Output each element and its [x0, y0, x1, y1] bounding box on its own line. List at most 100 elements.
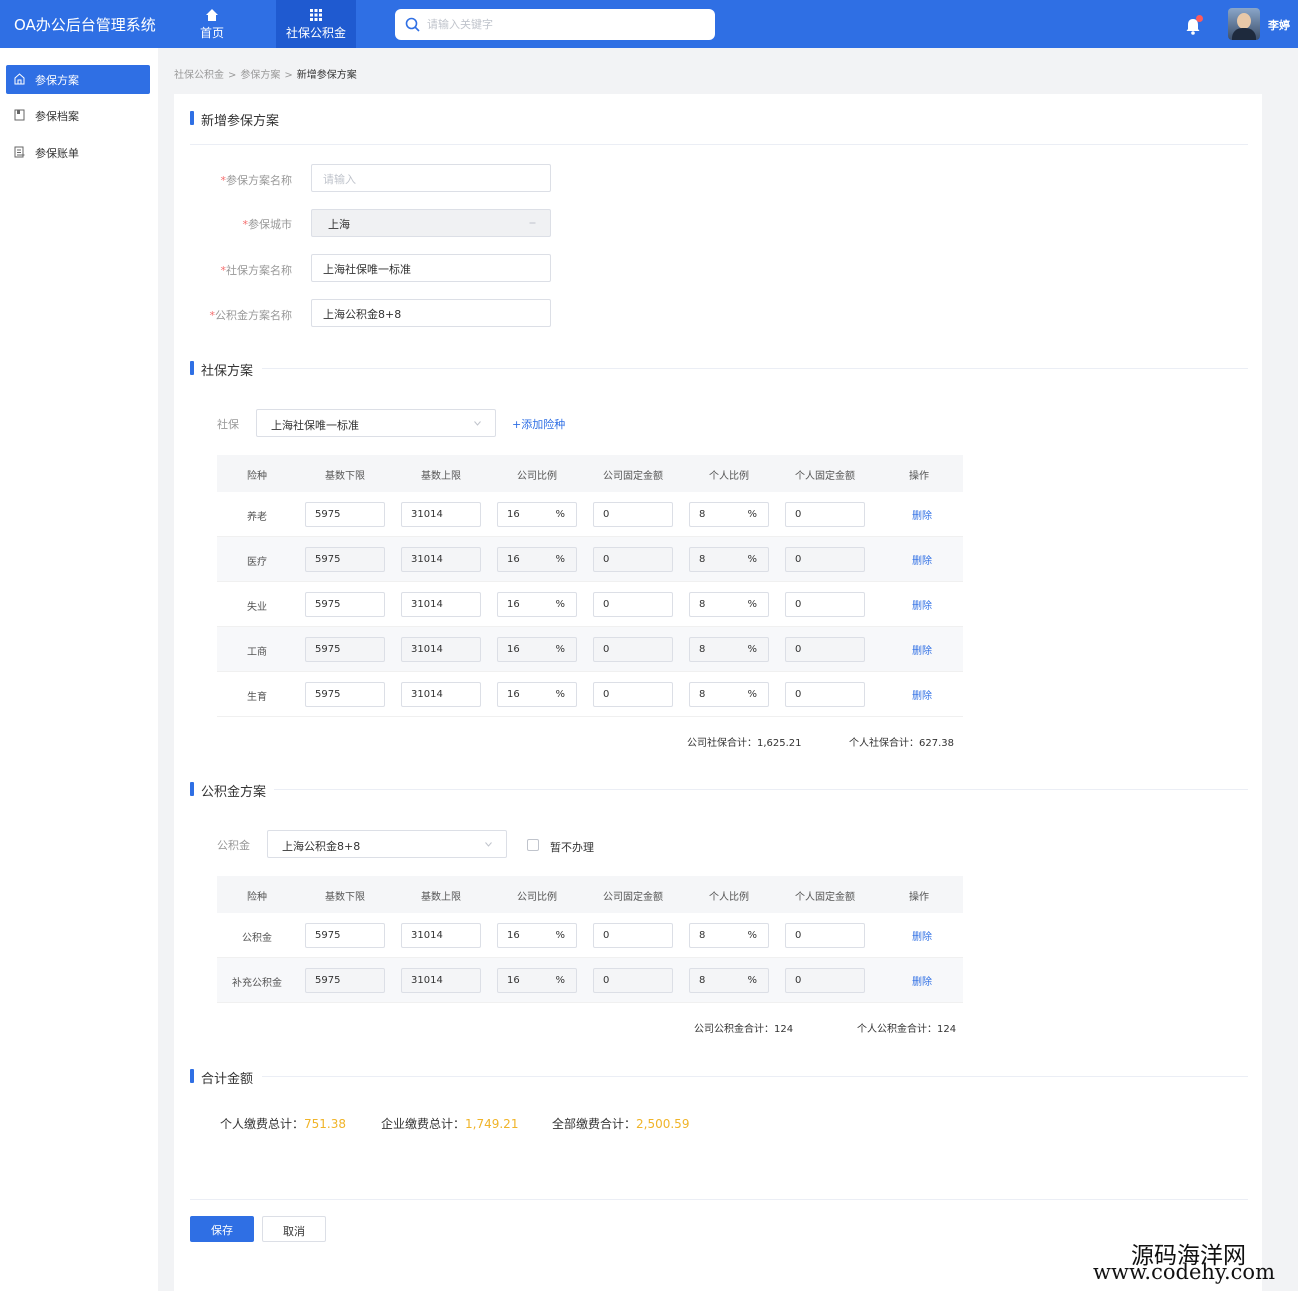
base-max-input[interactable]: 31014 [401, 968, 481, 993]
city-select[interactable]: 上海 [311, 209, 551, 237]
cancel-button[interactable]: 取消 [262, 1216, 326, 1242]
personal-ratio-input[interactable]: 8% [689, 923, 769, 948]
personal-ratio-input[interactable]: 8% [689, 682, 769, 707]
table-row: 工商 5975 31014 16% 0 8% 0 删除 [217, 627, 963, 672]
company-fixed-input[interactable]: 0 [593, 547, 673, 572]
city-label: *参保城市 [242, 218, 293, 231]
plan-name-input[interactable]: 请输入 [311, 164, 551, 192]
company-ratio-input[interactable]: 16% [497, 547, 577, 572]
column-header: 公司固定金额 [603, 471, 663, 482]
social-table: 险种 基数下限 基数上限 公司比例 公司固定金额 个人比例 个人固定金额 操作 … [217, 455, 963, 717]
company-ratio-input[interactable]: 16% [497, 682, 577, 707]
base-min-input[interactable]: 5975 [305, 547, 385, 572]
company-fund-total: 公司公积金合计：124 [694, 1024, 794, 1035]
nav-tab-home[interactable]: 首页 [186, 0, 238, 48]
base-min-input[interactable]: 5975 [305, 923, 385, 948]
home-outline-icon [14, 73, 25, 85]
base-max-input[interactable]: 31014 [401, 502, 481, 527]
base-min-input[interactable]: 5975 [305, 682, 385, 707]
delete-link[interactable]: 删除 [912, 552, 932, 567]
base-max-input[interactable]: 31014 [401, 592, 481, 617]
fund-table: 险种 基数下限 基数上限 公司比例 公司固定金额 个人比例 个人固定金额 操作 … [217, 876, 963, 1003]
personal-ratio-input[interactable]: 8% [689, 547, 769, 572]
city-value: 上海 [328, 218, 350, 231]
divider [262, 368, 1248, 369]
social-plan-name-input[interactable]: 上海社保唯一标准 [311, 254, 551, 282]
company-ratio-input[interactable]: 16% [497, 968, 577, 993]
base-min-input[interactable]: 5975 [305, 592, 385, 617]
table-row: 公积金 5975 31014 16% 0 8% 0 删除 [217, 913, 963, 958]
breadcrumb-item[interactable]: 参保方案 [240, 70, 280, 81]
insurance-type: 生育 [247, 692, 267, 703]
base-max-input[interactable]: 31014 [401, 923, 481, 948]
personal-ratio-input[interactable]: 8% [689, 502, 769, 527]
base-min-input[interactable]: 5975 [305, 968, 385, 993]
personal-fixed-input[interactable]: 0 [785, 547, 865, 572]
base-min-input[interactable]: 5975 [305, 502, 385, 527]
list-icon [14, 146, 25, 158]
delete-link[interactable]: 删除 [912, 687, 932, 702]
delete-link[interactable]: 删除 [912, 928, 932, 943]
column-header: 公司固定金额 [603, 892, 663, 903]
chevron-down-icon [529, 222, 536, 224]
document-icon [14, 109, 25, 121]
delete-link[interactable]: 删除 [912, 642, 932, 657]
company-fixed-input[interactable]: 0 [593, 968, 673, 993]
grid-icon [310, 9, 322, 21]
company-ratio-input[interactable]: 16% [497, 502, 577, 527]
base-min-input[interactable]: 5975 [305, 637, 385, 662]
personal-fixed-input[interactable]: 0 [785, 502, 865, 527]
top-bar: OA办公后台管理系统 首页 社保公积金 李婷 [0, 0, 1298, 48]
personal-ratio-input[interactable]: 8% [689, 592, 769, 617]
company-fixed-input[interactable]: 0 [593, 923, 673, 948]
company-fixed-input[interactable]: 0 [593, 637, 673, 662]
fund-plan-name-input[interactable]: 上海公积金8+8 [311, 299, 551, 327]
company-ratio-input[interactable]: 16% [497, 637, 577, 662]
base-max-input[interactable]: 31014 [401, 637, 481, 662]
company-ratio-input[interactable]: 16% [497, 923, 577, 948]
delete-link[interactable]: 删除 [912, 507, 932, 522]
personal-fixed-input[interactable]: 0 [785, 637, 865, 662]
notification-bell[interactable] [1185, 15, 1203, 35]
social-plan-select[interactable]: 上海社保唯一标准 [256, 409, 496, 437]
sidebar-item-archives[interactable]: 参保档案 [6, 101, 150, 130]
nav-tab-social-security[interactable]: 社保公积金 [276, 0, 356, 48]
column-header: 基数下限 [325, 471, 365, 482]
skip-fund-checkbox[interactable] [527, 839, 539, 851]
personal-fixed-input[interactable]: 0 [785, 592, 865, 617]
username[interactable]: 李婷 [1268, 17, 1290, 33]
fund-plan-select[interactable]: 上海公积金8+8 [267, 830, 507, 858]
breadcrumb-item[interactable]: 社保公积金 [174, 70, 224, 81]
personal-fixed-input[interactable]: 0 [785, 682, 865, 707]
personal-ratio-input[interactable]: 8% [689, 637, 769, 662]
search-input[interactable] [427, 14, 697, 35]
delete-link[interactable]: 删除 [912, 973, 932, 988]
notification-dot [1196, 15, 1203, 22]
chevron-down-icon [485, 842, 492, 847]
nav-tab-home-label: 首页 [199, 26, 224, 40]
sidebar-item-bills[interactable]: 参保账单 [6, 138, 150, 167]
personal-grand-total: 个人缴费总计：751.38 [220, 1117, 347, 1131]
divider [262, 1076, 1248, 1077]
personal-ratio-input[interactable]: 8% [689, 968, 769, 993]
save-button[interactable]: 保存 [190, 1216, 254, 1242]
sidebar-item-plans[interactable]: 参保方案 [6, 65, 150, 94]
personal-fixed-input[interactable]: 0 [785, 923, 865, 948]
company-fixed-input[interactable]: 0 [593, 592, 673, 617]
table-row: 养老 5975 31014 16% 0 8% 0 删除 [217, 492, 963, 537]
column-header: 公司比例 [517, 471, 557, 482]
avatar[interactable] [1228, 8, 1260, 40]
company-fixed-input[interactable]: 0 [593, 682, 673, 707]
plan-name-label: *参保方案名称 [220, 174, 293, 187]
search-box[interactable] [395, 9, 715, 40]
column-header: 险种 [247, 471, 267, 482]
add-insurance-link[interactable]: +添加险种 [512, 416, 565, 432]
base-max-input[interactable]: 31014 [401, 682, 481, 707]
skip-fund-label[interactable]: 暂不办理 [550, 839, 594, 855]
base-max-input[interactable]: 31014 [401, 547, 481, 572]
company-ratio-input[interactable]: 16% [497, 592, 577, 617]
delete-link[interactable]: 删除 [912, 597, 932, 612]
personal-fixed-input[interactable]: 0 [785, 968, 865, 993]
company-fixed-input[interactable]: 0 [593, 502, 673, 527]
column-header: 基数上限 [421, 892, 461, 903]
